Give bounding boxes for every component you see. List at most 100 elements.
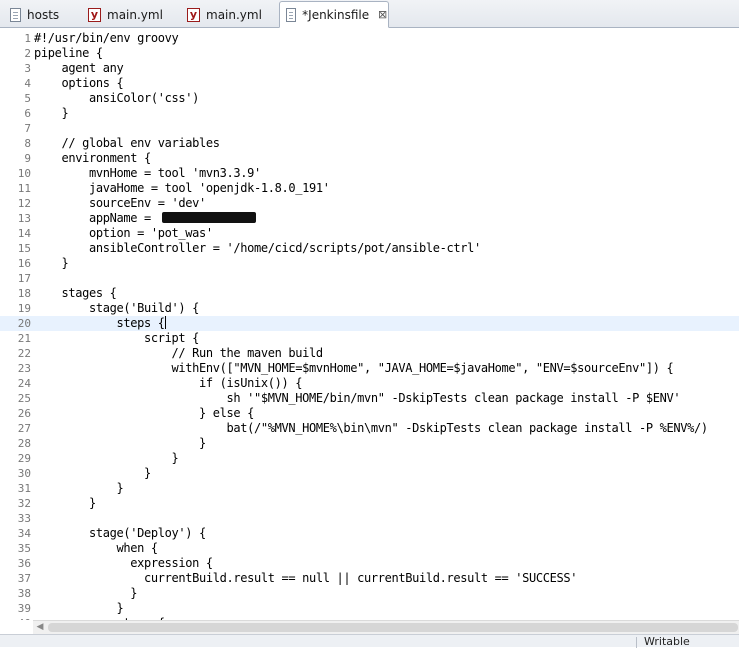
code-text: stages { bbox=[34, 286, 117, 300]
code-line[interactable]: 6 } bbox=[0, 106, 739, 121]
code-text: } bbox=[34, 496, 96, 510]
code-text: options { bbox=[34, 76, 124, 90]
line-number: 13 bbox=[17, 212, 31, 225]
line-number: 11 bbox=[17, 182, 31, 195]
code-text: } bbox=[34, 601, 124, 615]
line-number: 10 bbox=[17, 167, 31, 180]
yaml-file-icon: y bbox=[88, 7, 101, 22]
code-line[interactable]: 29 } bbox=[0, 451, 739, 466]
line-number: 3 bbox=[24, 62, 31, 75]
code-line[interactable]: 20 steps { bbox=[0, 316, 739, 331]
line-number: 31 bbox=[17, 482, 31, 495]
text-file-icon bbox=[286, 7, 297, 22]
code-line[interactable]: 32 } bbox=[0, 496, 739, 511]
line-number: 21 bbox=[17, 332, 31, 345]
code-line[interactable]: 33 bbox=[0, 511, 739, 526]
code-line[interactable]: 31 } bbox=[0, 481, 739, 496]
line-number: 29 bbox=[17, 452, 31, 465]
code-line[interactable]: 38 } bbox=[0, 586, 739, 601]
code-text: } bbox=[34, 481, 124, 495]
line-number: 32 bbox=[17, 497, 31, 510]
code-line[interactable]: 11 javaHome = tool 'openjdk-1.8.0_191' bbox=[0, 181, 739, 196]
line-number: 28 bbox=[17, 437, 31, 450]
line-number: 7 bbox=[24, 122, 31, 135]
code-line[interactable]: 30 } bbox=[0, 466, 739, 481]
code-line[interactable]: 5 ansiColor('css') bbox=[0, 91, 739, 106]
code-line[interactable]: 12 sourceEnv = 'dev' bbox=[0, 196, 739, 211]
code-line[interactable]: 8 // global env variables bbox=[0, 136, 739, 151]
code-line[interactable]: 28 } bbox=[0, 436, 739, 451]
code-text: withEnv(["MVN_HOME=$mvnHome", "JAVA_HOME… bbox=[34, 361, 674, 375]
line-number: 8 bbox=[24, 137, 31, 150]
code-line[interactable]: 27 bat(/"%MVN_HOME%\bin\mvn" -DskipTests… bbox=[0, 421, 739, 436]
line-number: 22 bbox=[17, 347, 31, 360]
tab-main-yml-1[interactable]: y main.yml bbox=[82, 2, 174, 27]
code-line[interactable]: 36 expression { bbox=[0, 556, 739, 571]
line-number: 16 bbox=[17, 257, 31, 270]
code-line[interactable]: 22 // Run the maven build bbox=[0, 346, 739, 361]
code-text: option = 'pot_was' bbox=[34, 226, 213, 240]
line-number: 30 bbox=[17, 467, 31, 480]
horizontal-scrollbar[interactable]: ◀ bbox=[33, 620, 739, 634]
line-number: 38 bbox=[17, 587, 31, 600]
code-text: // global env variables bbox=[34, 136, 220, 150]
code-line[interactable]: 21 script { bbox=[0, 331, 739, 346]
code-text: } bbox=[34, 436, 206, 450]
text-file-icon bbox=[10, 7, 21, 22]
line-number: 19 bbox=[17, 302, 31, 315]
code-line[interactable]: 37 currentBuild.result == null || curren… bbox=[0, 571, 739, 586]
code-line[interactable]: 14 option = 'pot_was' bbox=[0, 226, 739, 241]
status-bar: Writable bbox=[0, 634, 739, 648]
tab-hosts[interactable]: hosts bbox=[4, 2, 76, 27]
line-number: 34 bbox=[17, 527, 31, 540]
code-line[interactable]: 26 } else { bbox=[0, 406, 739, 421]
code-text: } bbox=[34, 451, 179, 465]
code-line[interactable]: 10 mvnHome = tool 'mvn3.3.9' bbox=[0, 166, 739, 181]
code-text: when { bbox=[34, 541, 158, 555]
code-editor[interactable]: 1 #!/usr/bin/env groovy 2 pipeline {3 agent… bbox=[0, 28, 739, 620]
code-text: currentBuild.result == null || currentBu… bbox=[34, 571, 578, 585]
line-number: 20 bbox=[17, 317, 31, 330]
code-text: sourceEnv = 'dev' bbox=[34, 196, 206, 210]
code-line[interactable]: 24 if (isUnix()) { bbox=[0, 376, 739, 391]
code-line[interactable]: 4 options { bbox=[0, 76, 739, 91]
line-number: 12 bbox=[17, 197, 31, 210]
code-line[interactable]: 19 stage('Build') { bbox=[0, 301, 739, 316]
code-line[interactable]: 9 environment { bbox=[0, 151, 739, 166]
code-text: stage('Deploy') { bbox=[34, 526, 206, 540]
code-line[interactable]: 35 when { bbox=[0, 541, 739, 556]
code-line[interactable]: 39 } bbox=[0, 601, 739, 616]
scroll-left-icon[interactable]: ◀ bbox=[33, 621, 47, 634]
code-text: } bbox=[34, 106, 69, 120]
code-text: if (isUnix()) { bbox=[34, 376, 303, 390]
tab-main-yml-2[interactable]: y main.yml bbox=[181, 2, 273, 27]
code-line[interactable]: 25 sh '"$MVN_HOME/bin/mvn" -DskipTests c… bbox=[0, 391, 739, 406]
code-line[interactable]: 23 withEnv(["MVN_HOME=$mvnHome", "JAVA_H… bbox=[0, 361, 739, 376]
tab-jenkinsfile[interactable]: *Jenkinsfile ⊠ bbox=[279, 1, 389, 28]
code-line[interactable]: 7 bbox=[0, 121, 739, 136]
line-number: 25 bbox=[17, 392, 31, 405]
code-text: } bbox=[34, 466, 151, 480]
code-line[interactable]: 13 appName = bbox=[0, 211, 739, 226]
code-line[interactable]: 16 } bbox=[0, 256, 739, 271]
line-number: 24 bbox=[17, 377, 31, 390]
code-text: } else { bbox=[34, 406, 254, 420]
code-text: appName = bbox=[34, 211, 158, 225]
code-text: mvnHome = tool 'mvn3.3.9' bbox=[34, 166, 261, 180]
close-icon[interactable]: ⊠ bbox=[377, 8, 388, 21]
code-line[interactable]: 34 stage('Deploy') { bbox=[0, 526, 739, 541]
code-line[interactable]: 2 pipeline { bbox=[0, 46, 739, 61]
code-line[interactable]: 3 agent any bbox=[0, 61, 739, 76]
code-line[interactable]: 17 bbox=[0, 271, 739, 286]
code-line[interactable]: 1 #!/usr/bin/env groovy bbox=[0, 31, 739, 46]
code-line[interactable]: 18 stages { bbox=[0, 286, 739, 301]
code-text: pipeline { bbox=[34, 46, 103, 60]
code-text: // Run the maven build bbox=[34, 346, 323, 360]
code-text: ansibleController = '/home/cicd/scripts/… bbox=[34, 241, 481, 255]
code-line[interactable]: 15 ansibleController = '/home/cicd/scrip… bbox=[0, 241, 739, 256]
code-text: expression { bbox=[34, 556, 213, 570]
code-text: javaHome = tool 'openjdk-1.8.0_191' bbox=[34, 181, 330, 195]
scrollbar-thumb[interactable] bbox=[48, 623, 738, 632]
code-text: environment { bbox=[34, 151, 151, 165]
line-number: 35 bbox=[17, 542, 31, 555]
